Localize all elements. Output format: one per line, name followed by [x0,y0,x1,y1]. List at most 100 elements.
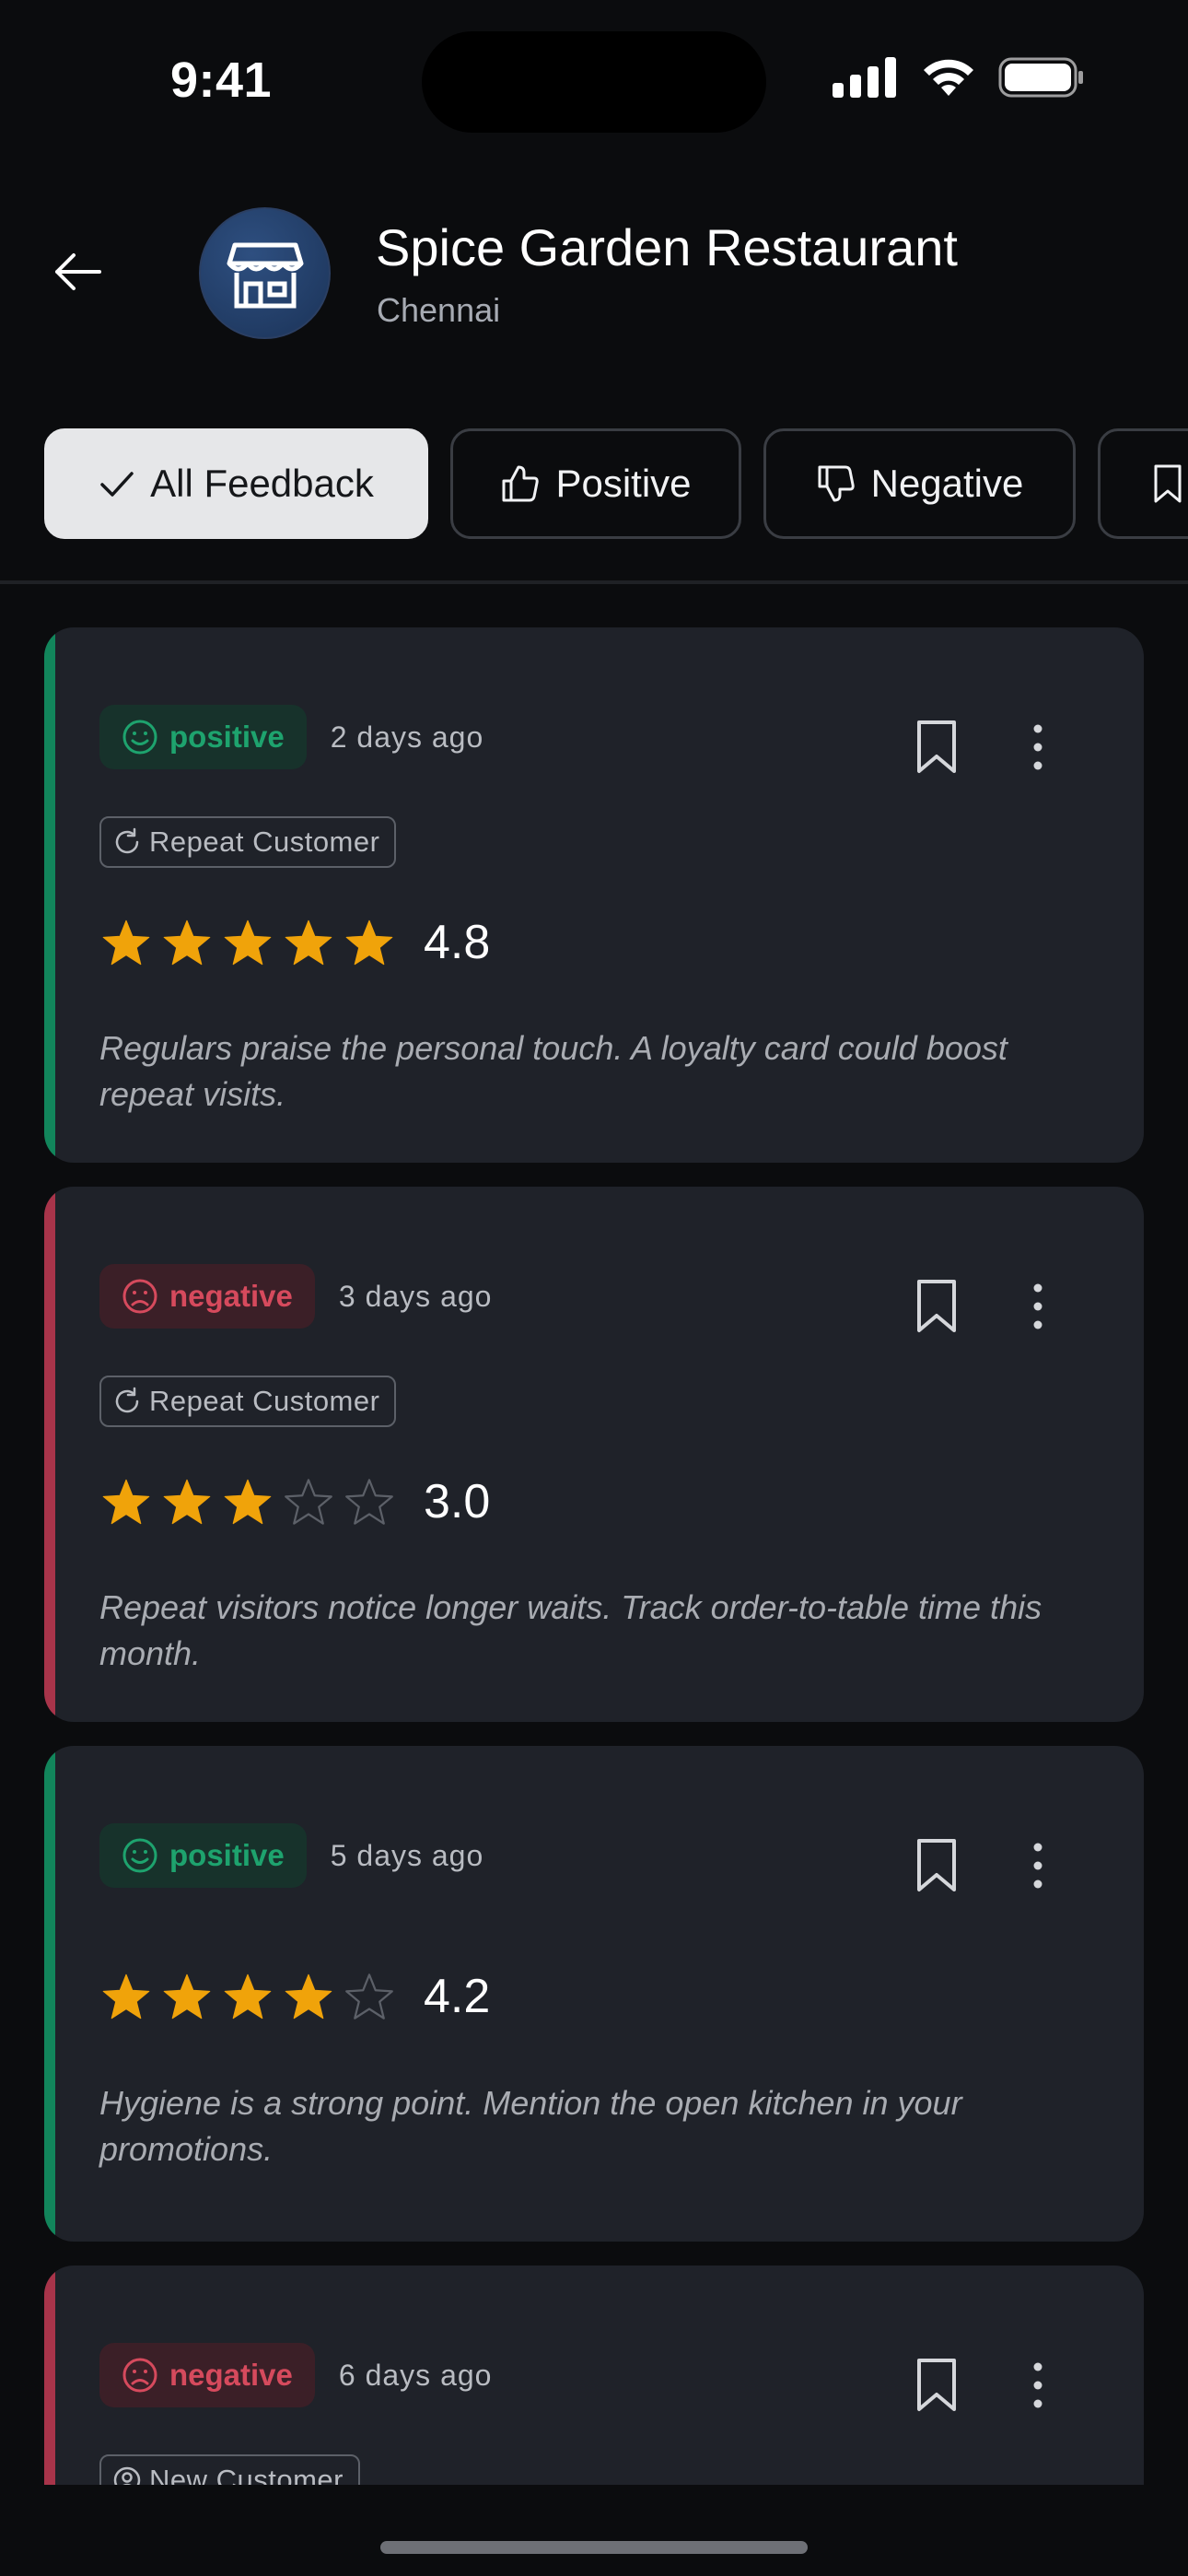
bookmark-icon [917,1839,956,1891]
star-filled-icon [163,1973,211,2020]
rating-value: 4.2 [424,1970,491,2023]
star-rating [99,1477,396,1527]
sentiment-stripe [44,1746,55,2242]
rating-row: 4.8 [99,915,490,970]
sentiment-label: positive [169,1838,285,1872]
filter-saved[interactable] [1098,428,1188,539]
star-filled-icon [163,1479,211,1525]
sentiment-badge: negative [99,2343,315,2407]
more-vertical-icon [1033,1843,1042,1889]
location-subtitle: Chennai [377,291,501,329]
star-filled-icon [224,1479,272,1525]
bookmark-button[interactable] [904,1270,969,1343]
dynamic-island [422,31,766,133]
feedback-comment: Regulars praise the personal touch. A lo… [99,1029,1007,1113]
frown-icon [122,2358,157,2393]
more-options-button[interactable] [1015,2348,1061,2422]
more-options-button[interactable] [1015,1829,1061,1903]
signal-icon [833,57,896,98]
sentiment-badge: positive [99,705,307,769]
card-meta: negative 3 days ago [99,1264,492,1329]
refresh-icon [115,827,139,854]
sentiment-label: negative [169,2358,293,2392]
star-rating [99,918,396,967]
customer-tag: Repeat Customer [99,1376,397,1427]
star-filled-icon [102,1973,150,2020]
restaurant-avatar [199,207,331,339]
filter-all-label: All Feedback [150,462,374,505]
star-filled-icon [102,919,150,966]
bookmark-button[interactable] [904,2348,969,2422]
bookmark-icon [917,720,956,773]
page-title: Spice Garden Restaurant [376,218,958,276]
more-vertical-icon [1033,1283,1042,1329]
rating-value: 4.8 [424,916,491,969]
feedback-card[interactable]: positive 2 days ago Repeat Customer 4.8 … [44,627,1144,1163]
header: Spice Garden Restaurant Chennai [0,147,1188,424]
filter-positive[interactable]: Positive [450,428,741,539]
home-indicator[interactable] [380,2541,808,2554]
rating-row: 3.0 [99,1474,490,1529]
more-options-button[interactable] [1015,1270,1061,1343]
customer-tag-label: Repeat Customer [149,825,380,858]
store-icon [227,242,303,308]
more-vertical-icon [1033,724,1042,770]
time-ago: 6 days ago [338,2358,493,2392]
customer-tag-label: Repeat Customer [149,1385,380,1417]
sentiment-badge: negative [99,1264,315,1329]
filter-negative[interactable]: Negative [763,428,1076,539]
time-ago: 5 days ago [330,1838,484,1872]
arrow-left-icon [55,253,101,290]
customer-tag: Repeat Customer [99,816,397,868]
sentiment-badge: positive [99,1823,307,1888]
star-empty-icon [345,1973,393,2020]
status-bar: 9:41 [0,0,1188,147]
star-filled-icon [285,919,332,966]
check-icon [100,472,134,497]
sentiment-label: negative [169,1279,293,1313]
feedback-card[interactable]: negative 3 days ago Repeat Customer 3.0 … [44,1187,1144,1722]
bookmark-icon [917,1280,956,1332]
time-ago: 2 days ago [330,720,484,754]
feedback-card[interactable]: positive 5 days ago 4.2 Hygiene is a str… [44,1746,1144,2242]
star-filled-icon [285,1973,332,2020]
star-rating [99,1972,396,2021]
back-button[interactable] [41,235,114,309]
star-filled-icon [224,919,272,966]
customer-tag-label: New Customer [149,2464,344,2485]
sentiment-stripe [44,627,55,1163]
bookmark-button[interactable] [904,710,969,784]
filter-all-feedback[interactable]: All Feedback [44,428,428,539]
customer-tag: New Customer [99,2454,360,2485]
star-empty-icon [345,1479,393,1525]
feedback-comment: Repeat visitors notice longer waits. Tra… [99,1588,1042,1672]
filter-bar: All Feedback Positive Negative [44,428,1188,541]
wifi-icon [924,59,973,96]
star-filled-icon [345,919,393,966]
smile-icon [122,1838,157,1873]
bookmark-button[interactable] [904,1829,969,1903]
bookmark-icon [917,2359,956,2411]
more-options-button[interactable] [1015,710,1061,784]
rating-row: 4.2 [99,1969,490,2024]
feedback-list: positive 2 days ago Repeat Customer 4.8 … [44,627,1144,2485]
card-meta: negative 6 days ago [99,2343,492,2407]
filter-positive-label: Positive [555,462,692,505]
filter-negative-label: Negative [870,462,1024,505]
status-time: 9:41 [170,53,273,108]
bookmark-icon [1154,464,1182,503]
battery-icon [998,57,1083,98]
thumbs-down-icon [818,465,855,502]
smile-icon [122,720,157,755]
rating-value: 3.0 [424,1475,491,1528]
card-meta: positive 2 days ago [99,705,483,769]
feedback-card[interactable]: negative 6 days ago New Customer [44,2266,1144,2485]
star-filled-icon [163,919,211,966]
sentiment-stripe [44,2266,55,2485]
sentiment-label: positive [169,720,285,754]
star-filled-icon [224,1973,272,2020]
thumbs-up-icon [502,465,540,502]
feedback-comment: Hygiene is a strong point. Mention the o… [99,2084,962,2168]
sentiment-stripe [44,1187,55,1722]
star-filled-icon [102,1479,150,1525]
